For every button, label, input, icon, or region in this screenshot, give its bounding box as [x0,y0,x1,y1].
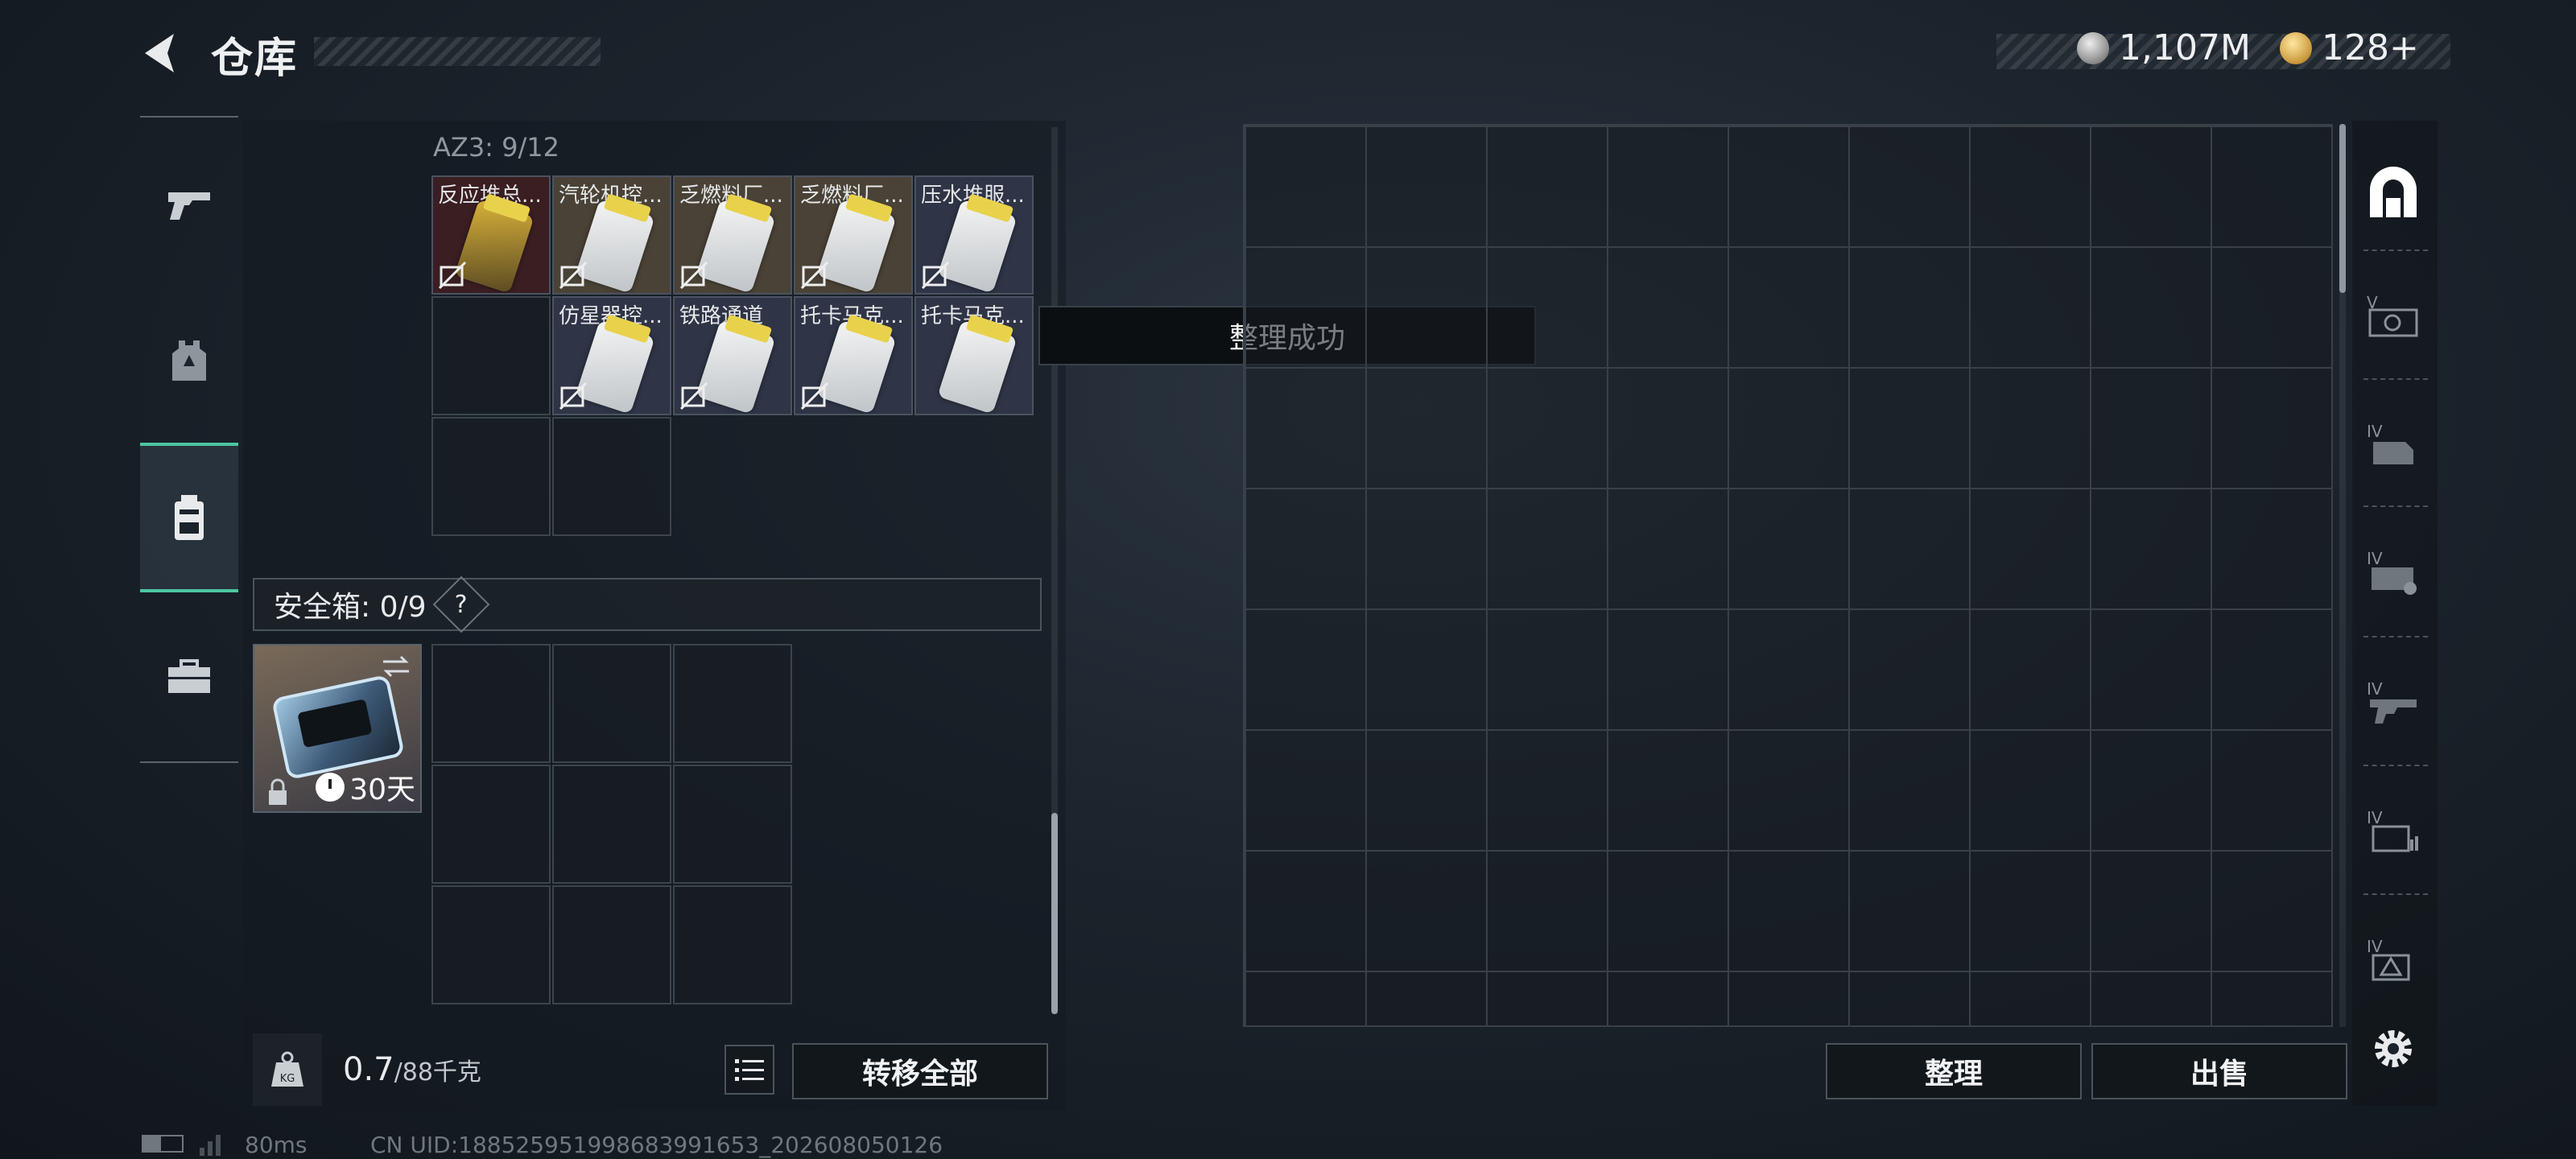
no-transfer-icon [800,261,829,290]
help-icon[interactable]: ? [432,575,489,633]
nav-backpack[interactable] [140,443,238,592]
keycard-item[interactable]: 乏燃料厂... [794,175,913,295]
inventory-scrollbar[interactable] [1051,813,1058,1014]
storage-tab-6-icon[interactable]: IV [2359,926,2428,995]
silver-coin-icon [2077,31,2109,64]
weight-icon: KG [271,1051,303,1087]
empty-slot[interactable] [552,765,671,884]
swap-icon[interactable] [380,654,412,679]
uid-text: CN UID:188525951998683991653_20260805012… [370,1132,943,1158]
keycard-item[interactable]: 压水堆服... [914,175,1034,295]
safebox-item[interactable]: 30天 [253,644,422,813]
duration-badge: 30天 [316,766,415,808]
no-transfer-icon [679,382,708,410]
duration-text: 30天 [349,773,415,806]
storage-tab-4-icon[interactable]: IV [2359,668,2428,737]
safebox-label: 安全箱: 0/9 [274,591,427,624]
nav-armor[interactable] [140,293,238,430]
no-transfer-icon [679,261,708,290]
title-decoration [314,37,601,66]
safebox-grid [431,644,795,1008]
safebox-header: 安全箱: 0/9 ? [253,575,1042,633]
no-transfer-icon [800,382,829,410]
container-label: AZ3: 9/12 [433,132,559,163]
sell-button[interactable]: 出售 [2091,1043,2347,1099]
sort-button[interactable]: 整理 [1826,1043,2082,1099]
keycard-item[interactable]: 汽轮机控... [552,175,671,295]
svg-text:KG: KG [280,1073,295,1085]
toolbox-icon [168,659,210,693]
container-grid: 反应堆总... 汽轮机控... 乏燃料厂... 乏燃料厂... 压水堆服... … [431,175,1038,539]
empty-slot[interactable] [552,417,671,536]
keycard-item[interactable]: 托卡马克... [914,296,1034,415]
settings-gear-icon[interactable] [2359,1014,2428,1083]
empty-slot[interactable] [431,644,551,763]
empty-slot[interactable] [431,296,551,415]
storage-grid[interactable] [1243,124,2333,1027]
ping-text: 80ms [245,1132,308,1158]
currency-1-value: 1,107M [2119,27,2251,68]
signal-icon [200,1135,221,1156]
storage-scrollbar[interactable] [2339,124,2346,293]
empty-slot[interactable] [673,644,792,763]
no-transfer-icon [438,261,467,290]
empty-slot[interactable] [673,885,792,1004]
gold-coin-icon [2280,31,2312,64]
keycard-item[interactable]: 乏燃料厂... [673,175,792,295]
weight-value: 0.7 [343,1051,394,1088]
storage-tab-2-icon[interactable]: IV [2359,410,2428,480]
no-transfer-icon [921,261,950,290]
weight-icon-box: KG [253,1033,322,1106]
storage-tab-5-icon[interactable]: IV [2359,797,2428,866]
nav-toolbox[interactable] [140,608,238,745]
list-view-button[interactable] [724,1045,774,1095]
currency-2-value: 128+ [2322,27,2419,68]
transfer-all-button[interactable]: 转移全部 [792,1043,1048,1099]
storage-tab-3-icon[interactable]: IV [2359,538,2428,607]
safebox-case-icon [270,674,406,781]
currency-2[interactable]: 128+ [2280,27,2419,68]
weight-max: /88千克 [394,1058,481,1087]
empty-slot[interactable] [431,765,551,884]
keycard-item[interactable]: 反应堆总... [431,175,551,295]
keycard-item[interactable]: 托卡马克... [794,296,913,415]
empty-slot[interactable] [552,644,671,763]
nav-divider [140,116,238,118]
storage-main-icon[interactable] [2359,158,2428,227]
keycard-item[interactable]: 仿星器控... [552,296,671,415]
battery-icon [142,1135,184,1153]
page-title: 仓库 [211,35,299,83]
pistol-icon [168,192,210,220]
empty-slot[interactable] [431,885,551,1004]
no-transfer-icon [559,382,588,410]
weight-readout: 0.7/88千克 [343,1051,481,1088]
svg-text:IV: IV [2367,422,2383,441]
keycard-item[interactable]: 铁路通道 [673,296,792,415]
nav-weapon[interactable] [140,137,238,274]
currency-1[interactable]: 1,107M [2077,27,2251,68]
svg-text:IV: IV [2367,808,2383,827]
back-icon[interactable] [138,29,187,77]
clock-icon [316,773,345,802]
lock-icon [269,778,287,805]
list-icon [735,1059,764,1081]
nav-divider [140,761,238,763]
storage-tab-1-icon[interactable]: V [2359,282,2428,351]
armor-icon [172,340,206,381]
keycard-icon [937,320,1018,414]
svg-text:IV: IV [2367,937,2383,956]
empty-slot[interactable] [673,765,792,884]
empty-slot[interactable] [431,417,551,536]
svg-text:IV: IV [2367,549,2383,568]
backpack-icon [175,495,204,540]
no-transfer-icon [559,261,588,290]
empty-slot[interactable] [552,885,671,1004]
svg-text:IV: IV [2367,679,2383,699]
